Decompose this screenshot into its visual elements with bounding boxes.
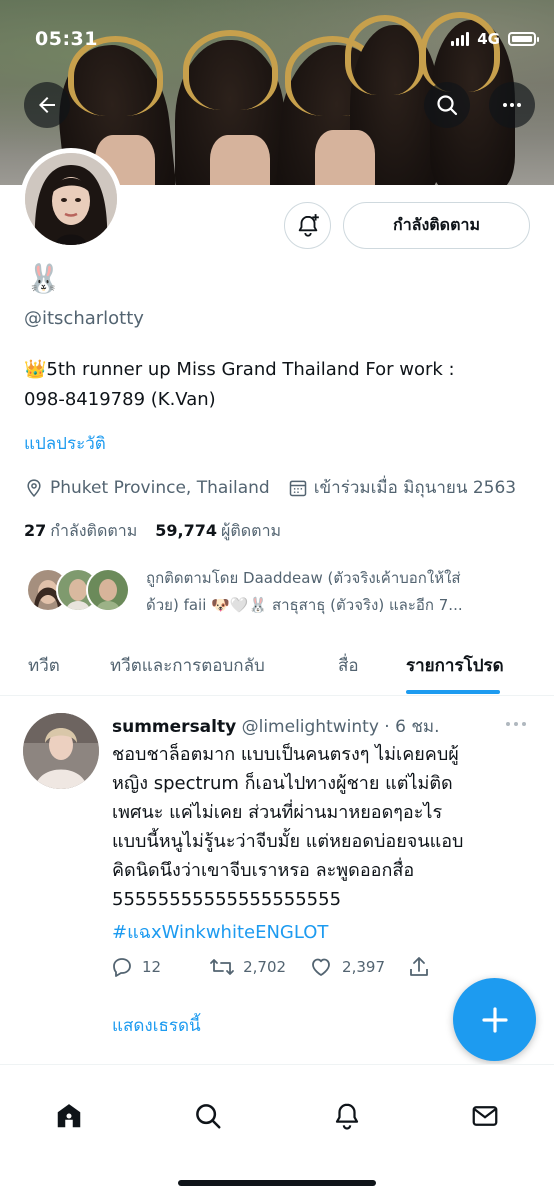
location-text: Phuket Province, Thailand <box>50 477 270 498</box>
avatar-image <box>23 713 99 789</box>
more-button[interactable] <box>489 82 535 128</box>
retweet-button[interactable]: 2,702 <box>209 955 286 979</box>
tweet-time: · 6 ชม. <box>384 717 440 737</box>
tweet-text-line: แบบนี้หนูไม่รู้นะว่าจีบมั้ย แต่หยอดบ่อยจ… <box>112 831 464 852</box>
nav-notifications[interactable] <box>330 1099 364 1133</box>
followed-by-line: ด้วย) faii 🐶🤍🐰 สาธุสาธุ (ตัวจริง) และอีก… <box>146 596 463 614</box>
back-button[interactable] <box>24 82 70 128</box>
bell-icon <box>335 1103 359 1130</box>
mutual-followers-avatars[interactable] <box>26 568 130 612</box>
location-item: Phuket Province, Thailand <box>24 478 270 498</box>
tweet-text-line: หญิง spectrum ก็เอนไปทางผู้ชาย แต่ไม่ติด <box>112 773 453 794</box>
bio-line: 098-8419789 (K.Van) <box>24 389 216 410</box>
notify-button[interactable] <box>284 202 331 249</box>
tweet-actions: 12 2,702 2,397 <box>110 955 431 979</box>
bio-line: 👑5th runner up Miss Grand Thailand For w… <box>24 359 455 380</box>
retweet-icon <box>210 959 234 975</box>
bell-plus-icon <box>298 213 319 237</box>
tweet-author-name[interactable]: summersalty <box>112 717 236 737</box>
tweet-text-line: เพศนะ แค่ไม่เคย ส่วนที่ผ่านมาหยอดๆอะไร <box>112 802 443 823</box>
home-icon <box>57 1104 81 1128</box>
share-icon <box>410 957 428 976</box>
tab-media[interactable]: สื่อ <box>338 652 359 679</box>
show-thread-link[interactable]: แสดงเธรดนี้ <box>112 1012 201 1039</box>
followers-count: 59,774 <box>155 521 218 540</box>
battery-icon <box>508 32 539 46</box>
following-button[interactable]: กำลังติดตาม <box>343 202 530 249</box>
tweet-hashtag[interactable]: #แฉxWinkwhiteENGLOT <box>112 917 328 946</box>
reply-count: 12 <box>142 958 162 976</box>
arrow-left-icon <box>39 97 55 113</box>
nav-messages[interactable] <box>468 1099 502 1133</box>
heart-icon <box>312 958 330 976</box>
nav-home[interactable] <box>52 1099 86 1133</box>
followed-by-text[interactable]: ถูกติดตามโดย Daaddeaw (ตัวจริงเค้าบอกให้… <box>146 565 536 619</box>
status-time: 05:31 <box>35 28 98 50</box>
retweet-count: 2,702 <box>243 958 287 976</box>
banner-crown <box>420 12 500 92</box>
profile-handle: @itscharlotty <box>24 308 144 329</box>
tab-tweets[interactable]: ทวีต <box>28 652 60 679</box>
profile-tabs: ทวีต ทวีตและการตอบกลับ สื่อ รายการโปรด <box>0 640 554 696</box>
tweet-more-icon[interactable] <box>506 722 526 726</box>
status-icons: 4G <box>451 30 539 48</box>
banner-crown <box>183 30 278 110</box>
reply-button[interactable]: 12 <box>110 955 161 979</box>
avatar <box>86 568 130 612</box>
followed-by-line: ถูกติดตามโดย Daaddeaw (ตัวจริงเค้าบอกให้… <box>146 569 461 587</box>
profile-display-name: 🐰 <box>26 262 61 295</box>
following-link[interactable]: 27 กำลังติดตาม <box>24 519 137 544</box>
joined-item: เข้าร่วมเมื่อ มิถุนายน 2563 <box>288 474 516 501</box>
search-icon <box>196 1104 221 1129</box>
network-type: 4G <box>477 30 500 48</box>
tweet-author-avatar[interactable] <box>23 713 99 789</box>
active-tab-indicator <box>406 690 500 694</box>
share-button[interactable] <box>407 955 431 979</box>
tab-tweets-replies[interactable]: ทวีตและการตอบกลับ <box>110 652 265 679</box>
home-indicator <box>178 1180 376 1186</box>
banner-figure <box>210 135 270 185</box>
following-count: 27 <box>24 521 47 540</box>
tweet-author-handle[interactable]: @limelightwinty <box>242 717 379 737</box>
search-icon <box>437 95 458 116</box>
search-button[interactable] <box>424 82 470 128</box>
banner-crown <box>345 15 425 95</box>
following-label: กำลังติดตาม <box>50 521 138 540</box>
like-count: 2,397 <box>342 958 385 976</box>
tweet-text-line: คิดนิดนึงว่าเขาจีบเราหรอ ละพูดออกสื่อ <box>112 860 415 881</box>
tab-likes[interactable]: รายการโปรด <box>406 652 504 679</box>
followers-label: ผู้ติดตาม <box>221 521 282 540</box>
translate-bio-link[interactable]: แปลประวัติ <box>24 430 106 457</box>
tweet-text-line: 55555555555555555555 <box>112 889 342 910</box>
nav-search[interactable] <box>191 1099 225 1133</box>
plus-icon <box>481 1006 508 1033</box>
mail-icon <box>472 1106 498 1126</box>
tweet-header: summersalty @limelightwinty · 6 ชม. <box>112 713 439 740</box>
profile-avatar[interactable] <box>20 148 122 250</box>
compose-tweet-button[interactable] <box>453 978 536 1061</box>
followers-link[interactable]: 59,774 ผู้ติดตาม <box>155 519 281 544</box>
follow-counts: 27 กำลังติดตาม 59,774 ผู้ติดตาม <box>24 519 281 544</box>
like-button[interactable]: 2,397 <box>308 955 385 979</box>
profile-bio: 👑5th runner up Miss Grand Thailand For w… <box>24 355 524 415</box>
reply-icon <box>113 958 131 977</box>
profile-meta: Phuket Province, Thailand เข้าร่วมเมื่อ … <box>24 474 516 501</box>
tweet-text-line: ชอบชาล็อตมาก แบบเป็นคนตรงๆ ไม่เคยคบผู้ <box>112 744 459 765</box>
calendar-icon <box>288 478 308 498</box>
joined-text: เข้าร่วมเมื่อ มิถุนายน 2563 <box>313 478 517 498</box>
tweet-text: ชอบชาล็อตมาก แบบเป็นคนตรงๆ ไม่เคยคบผู้ ห… <box>112 740 532 914</box>
signal-icon <box>451 32 470 46</box>
location-pin-icon <box>24 478 44 498</box>
avatar-image <box>25 153 117 245</box>
more-horizontal-icon <box>503 103 521 107</box>
banner-figure <box>315 130 375 185</box>
